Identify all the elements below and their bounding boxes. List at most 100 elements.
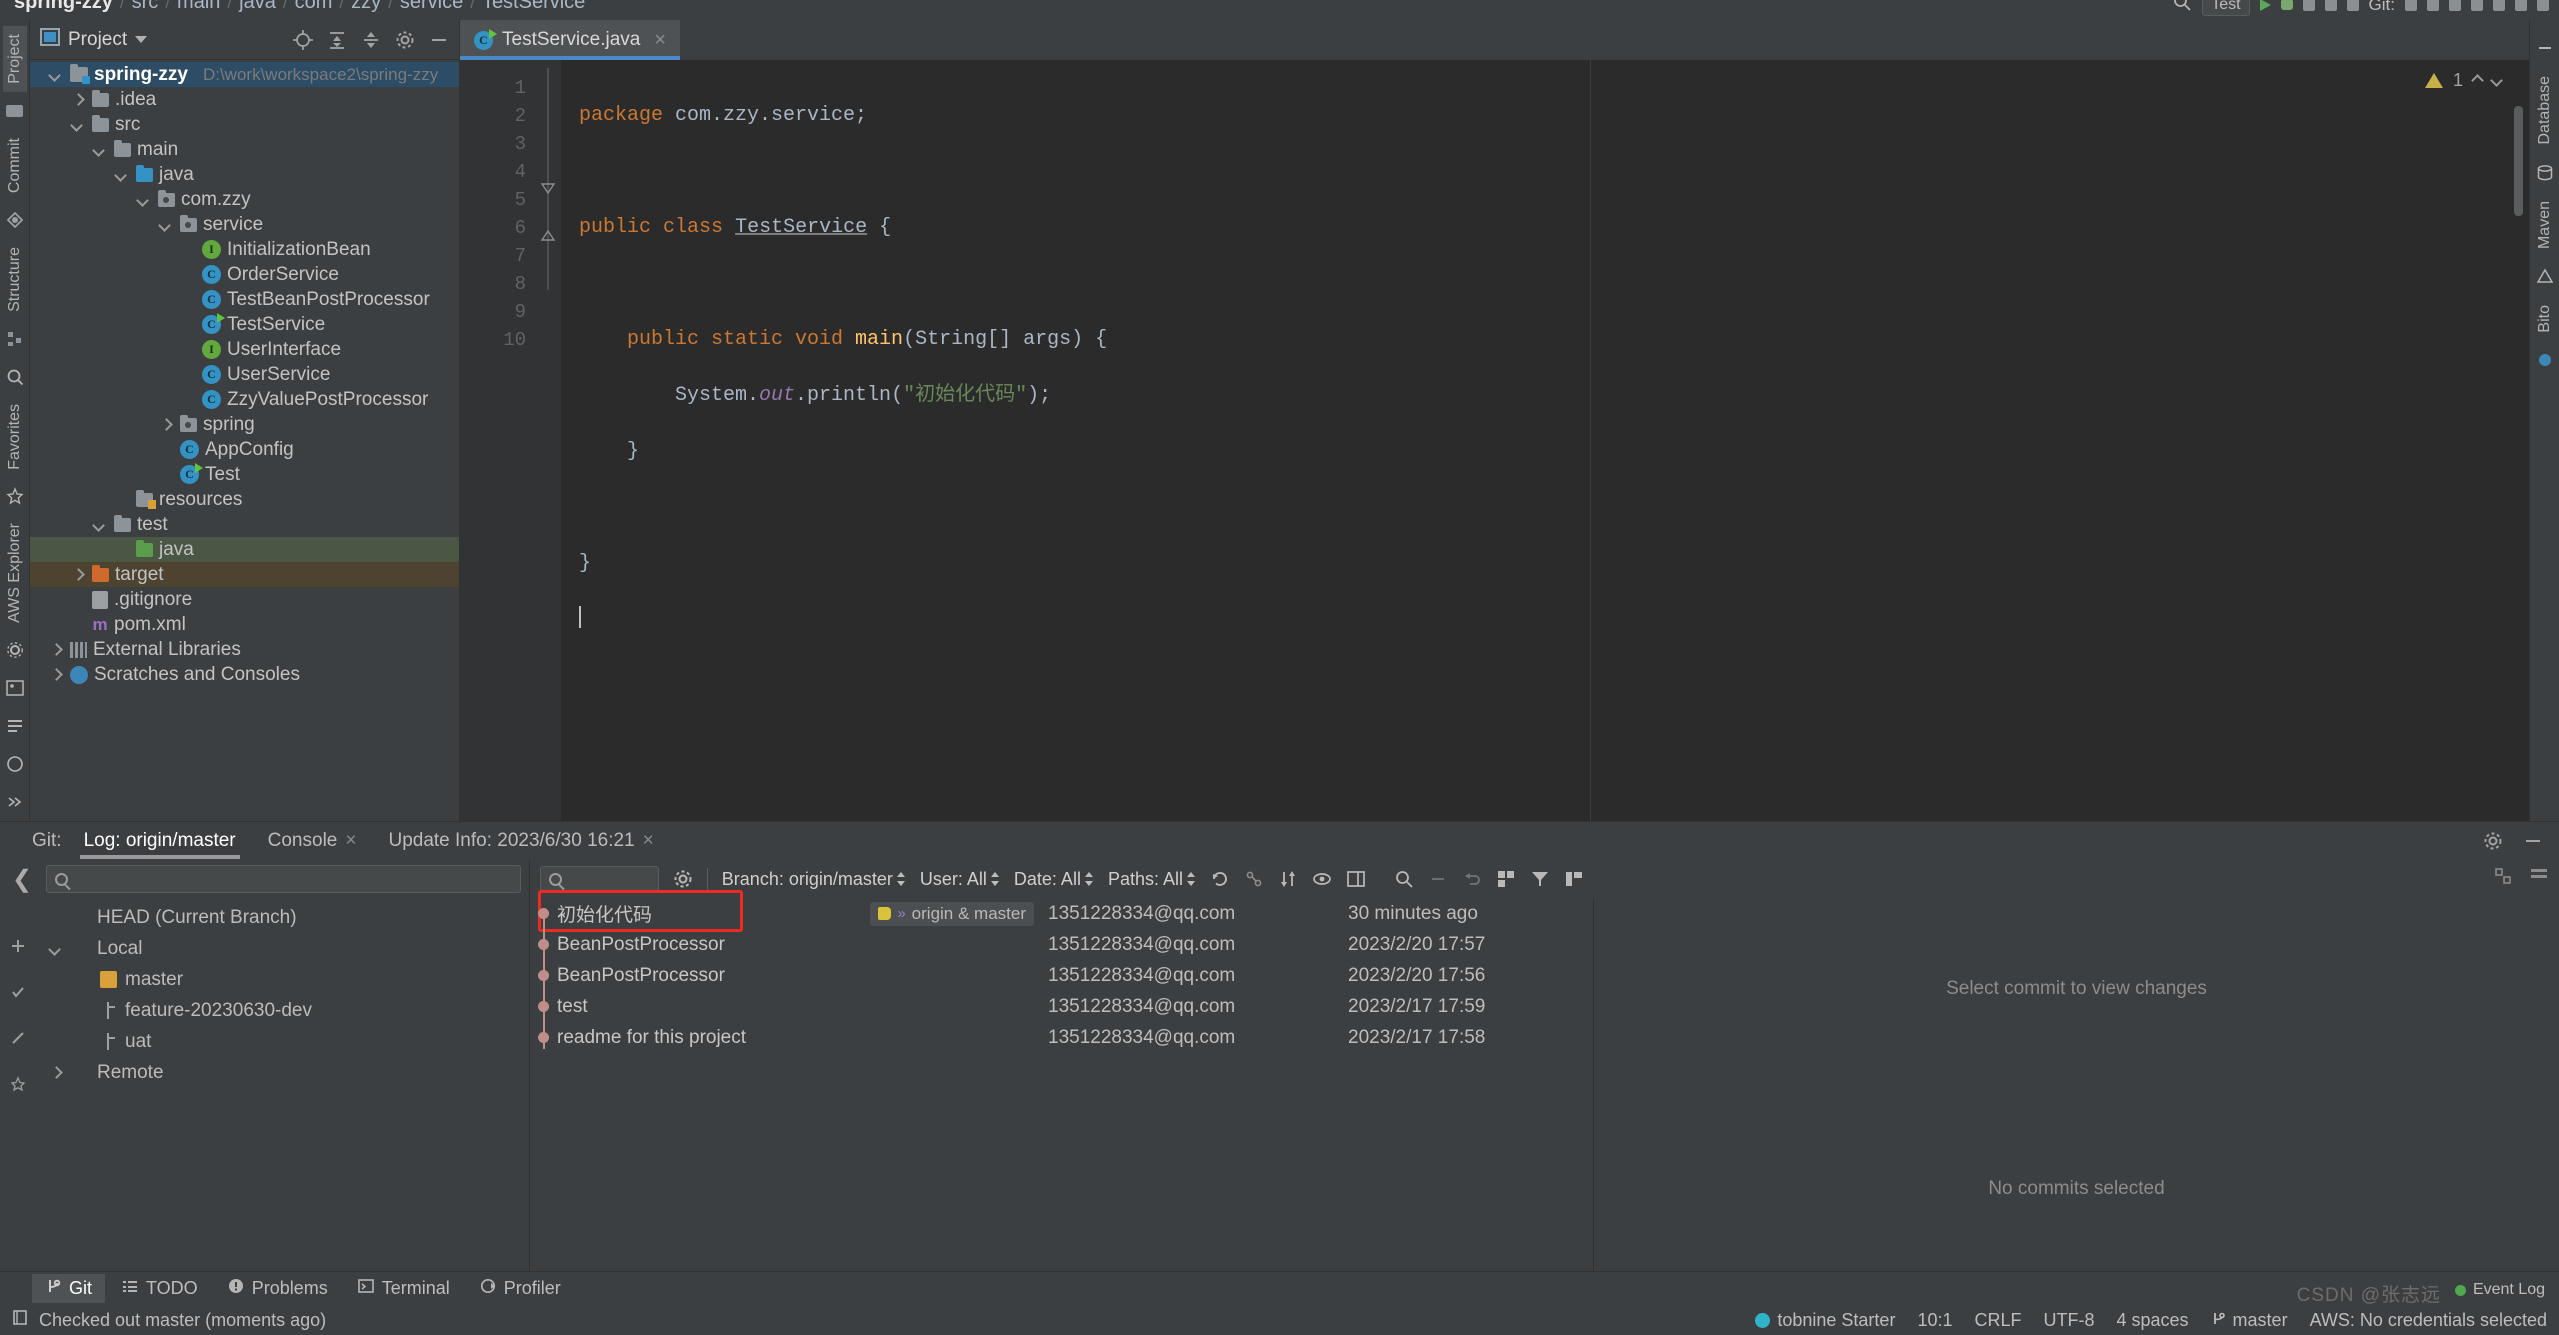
bottom-tab-problems[interactable]: Problems <box>215 1274 341 1303</box>
search-commits-icon[interactable] <box>1394 869 1414 889</box>
line-number[interactable]: 10 <box>460 326 535 354</box>
commit-search-input[interactable] <box>568 869 651 889</box>
commit-row[interactable]: BeanPostProcessor 1351228334@qq.com 2023/2… <box>530 960 1593 991</box>
tree-expand-icon[interactable] <box>70 617 86 633</box>
tool-tab-aws-explorer[interactable]: AWS Explorer <box>3 515 27 631</box>
tree-node[interactable]: main <box>30 137 459 162</box>
line-number[interactable]: 2 <box>460 102 535 130</box>
tree-expand-icon[interactable] <box>158 442 174 458</box>
tree-expand-icon[interactable] <box>136 192 152 208</box>
git-tab-console[interactable]: Console × <box>252 822 373 860</box>
structure-icon[interactable] <box>4 329 26 349</box>
breadcrumb-item-2[interactable]: main <box>177 0 220 14</box>
tree-expand-icon[interactable] <box>70 92 86 108</box>
tree-expand-icon[interactable] <box>158 217 174 233</box>
tree-expand-icon[interactable] <box>48 67 64 83</box>
tree-node[interactable]: .gitignore <box>30 587 459 612</box>
undo-icon[interactable] <box>1462 869 1482 889</box>
tool-tab-maven[interactable]: Maven <box>2533 193 2557 257</box>
problems-strip-icon[interactable] <box>4 716 26 736</box>
branch-list-item[interactable]: feature-20230630-dev <box>0 995 529 1026</box>
git-branch-icon[interactable] <box>2493 0 2505 11</box>
search-everywhere-icon[interactable] <box>2172 0 2192 17</box>
git-tab-log[interactable]: Log: origin/master <box>68 822 252 860</box>
commit-row[interactable]: 初始化代码 » origin & master 1351228334@qq.com 30… <box>530 898 1593 929</box>
debug-icon[interactable] <box>2280 0 2293 10</box>
image-icon[interactable] <box>4 678 26 698</box>
commit-row[interactable]: test 1351228334@qq.com 2023/2/17 17:59 <box>530 991 1593 1022</box>
tree-node[interactable]: C TestBeanPostProcessor <box>30 287 459 312</box>
tree-expand-icon[interactable] <box>180 317 196 333</box>
tree-node[interactable]: test <box>30 512 459 537</box>
tree-node[interactable]: C ZzyValuePostProcessor <box>30 387 459 412</box>
aws-status[interactable]: AWS: No credentials selected <box>2310 1310 2547 1331</box>
run-icon[interactable] <box>2259 0 2271 11</box>
breadcrumb-item-6[interactable]: service <box>400 0 463 14</box>
tree-expand-icon[interactable] <box>70 117 86 133</box>
tree-node[interactable]: I InitializationBean <box>30 237 459 262</box>
run-configuration-selector[interactable]: Test <box>2202 0 2250 16</box>
commit-diamond-icon[interactable] <box>4 210 26 230</box>
tree-node[interactable]: spring <box>30 412 459 437</box>
commit-search-box[interactable] <box>540 865 660 893</box>
tree-node[interactable]: com.zzy <box>30 187 459 212</box>
settings-icon[interactable] <box>2537 0 2549 11</box>
branch-list-item[interactable]: HEAD (Current Branch) <box>0 902 529 933</box>
bito-icon[interactable] <box>2534 349 2556 371</box>
tree-node[interactable]: .idea <box>30 87 459 112</box>
refresh-icon[interactable] <box>1210 869 1230 889</box>
help-icon[interactable] <box>4 754 26 774</box>
tool-tab-favorites[interactable]: Favorites <box>3 396 27 478</box>
tree-expand-icon[interactable] <box>180 367 196 383</box>
tree-node[interactable]: C AppConfig <box>30 437 459 462</box>
tree-node[interactable]: spring-zzy D:\work\workspace2\spring-zzy <box>30 62 459 87</box>
breadcrumb-item-5[interactable]: zzy <box>351 0 381 14</box>
tree-expand-icon[interactable] <box>92 142 108 158</box>
git-push-icon[interactable] <box>2449 0 2461 11</box>
favorite-branch-icon[interactable] <box>10 1076 30 1096</box>
tabnine-status[interactable]: tobnine Starter <box>1755 1310 1895 1331</box>
expand-all-icon[interactable] <box>327 30 347 50</box>
close-icon[interactable]: × <box>345 830 356 852</box>
project-settings-icon[interactable] <box>395 30 415 50</box>
collapse-graph-icon[interactable] <box>1244 869 1264 889</box>
scroll-from-source-icon[interactable] <box>293 29 313 50</box>
file-encoding[interactable]: UTF-8 <box>2044 1310 2095 1331</box>
line-number[interactable]: 1 <box>460 74 535 102</box>
line-number[interactable]: 9 <box>460 298 535 326</box>
grid-view-icon[interactable] <box>1496 869 1516 889</box>
tool-tab-database[interactable]: Database <box>2533 68 2557 153</box>
breadcrumb-item-7[interactable]: TestService <box>482 0 585 14</box>
minimize-icon[interactable] <box>2534 37 2556 59</box>
tool-tab-commit[interactable]: Commit <box>3 130 27 201</box>
show-details-icon[interactable] <box>1346 869 1366 889</box>
layout-icon[interactable] <box>1564 869 1584 889</box>
bookmarks-icon[interactable] <box>4 101 26 121</box>
filter-date[interactable]: Date: All <box>1014 869 1094 890</box>
tree-expand-icon[interactable] <box>114 492 130 508</box>
line-separator[interactable]: CRLF <box>1974 1310 2021 1331</box>
filter-paths[interactable]: Paths: All <box>1108 869 1196 890</box>
breadcrumb-item-1[interactable]: src <box>132 0 159 14</box>
line-number[interactable]: 3 <box>460 130 555 169</box>
line-number[interactable]: 6 <box>460 214 535 242</box>
filter-user[interactable]: User: All <box>920 869 1000 890</box>
chevron-down-icon[interactable] <box>135 36 148 43</box>
tree-expand-icon[interactable] <box>48 642 64 658</box>
tree-expand-icon[interactable] <box>114 167 130 183</box>
tree-expand-icon[interactable] <box>158 417 174 433</box>
code-editor[interactable]: 1 2 3 4 5 6 7 8 9 10 package com.zzy.service; pub… <box>460 60 2529 821</box>
branch-list-item[interactable]: Local <box>0 933 529 964</box>
tree-expand-icon[interactable] <box>70 567 86 583</box>
close-icon[interactable]: × <box>643 830 654 852</box>
tree-node[interactable]: C UserService <box>30 362 459 387</box>
show-diff-preview-icon[interactable] <box>1312 869 1332 889</box>
tree-node[interactable]: resources <box>30 487 459 512</box>
tree-node[interactable]: src <box>30 112 459 137</box>
tree-expand-icon[interactable] <box>92 517 108 533</box>
checkout-icon[interactable] <box>10 984 30 1004</box>
tree-node[interactable]: C TestService <box>30 312 459 337</box>
log-settings-icon[interactable] <box>673 869 693 889</box>
filter-icon[interactable] <box>1530 869 1550 889</box>
line-number[interactable]: 5 <box>460 186 555 225</box>
